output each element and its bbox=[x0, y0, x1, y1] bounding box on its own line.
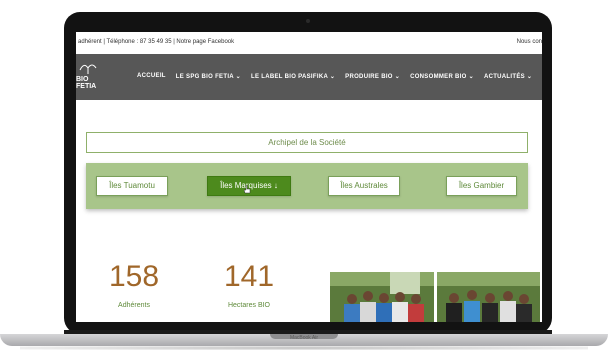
nav-item-consommer[interactable]: CONSOMMER BIO ⌄ bbox=[410, 73, 474, 80]
site-logo[interactable]: BIO FETIA bbox=[76, 60, 98, 94]
stat-hectares: 141 Hectares BIO bbox=[214, 260, 284, 309]
nav-item-actualites[interactable]: ACTUALITÉS ⌄ bbox=[484, 73, 532, 80]
stat-hectares-label: Hectares BIO bbox=[227, 302, 270, 309]
australes-button[interactable]: Îles Australes bbox=[328, 176, 400, 196]
logo-text: BIO FETIA bbox=[76, 76, 97, 90]
stat-adherents-value: 158 bbox=[108, 260, 160, 293]
hand-cursor-icon bbox=[244, 185, 251, 194]
contact-info[interactable]: adhérent | Téléphone : 87 35 49 35 | Not… bbox=[78, 39, 234, 45]
stat-adherents: 158 Adhérents bbox=[99, 260, 169, 309]
top-info-bar: adhérent | Téléphone : 87 35 49 35 | Not… bbox=[76, 32, 542, 54]
stat-hectares-value: 141 bbox=[223, 260, 275, 293]
group-photo bbox=[330, 272, 540, 322]
browser-screen: adhérent | Téléphone : 87 35 49 35 | Not… bbox=[76, 32, 542, 322]
archipel-title: Archipel de la Société bbox=[268, 138, 346, 147]
tuamotu-button[interactable]: Îles Tuamotu bbox=[96, 176, 168, 196]
nav-item-label-pasifika[interactable]: LE LABEL BIO PASIFIKA ⌄ bbox=[251, 73, 335, 80]
nav-menu: ACCUEIL LE SPG BIO FETIA ⌄ LE LABEL BIO … bbox=[137, 73, 532, 80]
nav-item-produire[interactable]: PRODUIRE BIO ⌄ bbox=[345, 73, 400, 80]
laptop-shadow bbox=[20, 346, 588, 350]
device-label: MacBook Air bbox=[289, 335, 319, 341]
main-navbar: BIO FETIA ACCUEIL LE SPG BIO FETIA ⌄ LE … bbox=[76, 54, 542, 100]
stat-adherents-label: Adhérents bbox=[118, 302, 150, 309]
photo-divider bbox=[434, 272, 437, 322]
gambier-button[interactable]: Îles Gambier bbox=[446, 176, 517, 196]
islands-tab-bar: Îles Tuamotu Îles Marquises ↓ Îles Austr… bbox=[86, 163, 528, 209]
nav-item-spg[interactable]: LE SPG BIO FETIA ⌄ bbox=[176, 73, 241, 80]
nav-item-accueil[interactable]: ACCUEIL bbox=[137, 73, 166, 80]
camera-icon bbox=[306, 19, 310, 23]
contact-link[interactable]: Nous con bbox=[517, 39, 542, 45]
archipel-section-header[interactable]: Archipel de la Société bbox=[86, 132, 528, 153]
